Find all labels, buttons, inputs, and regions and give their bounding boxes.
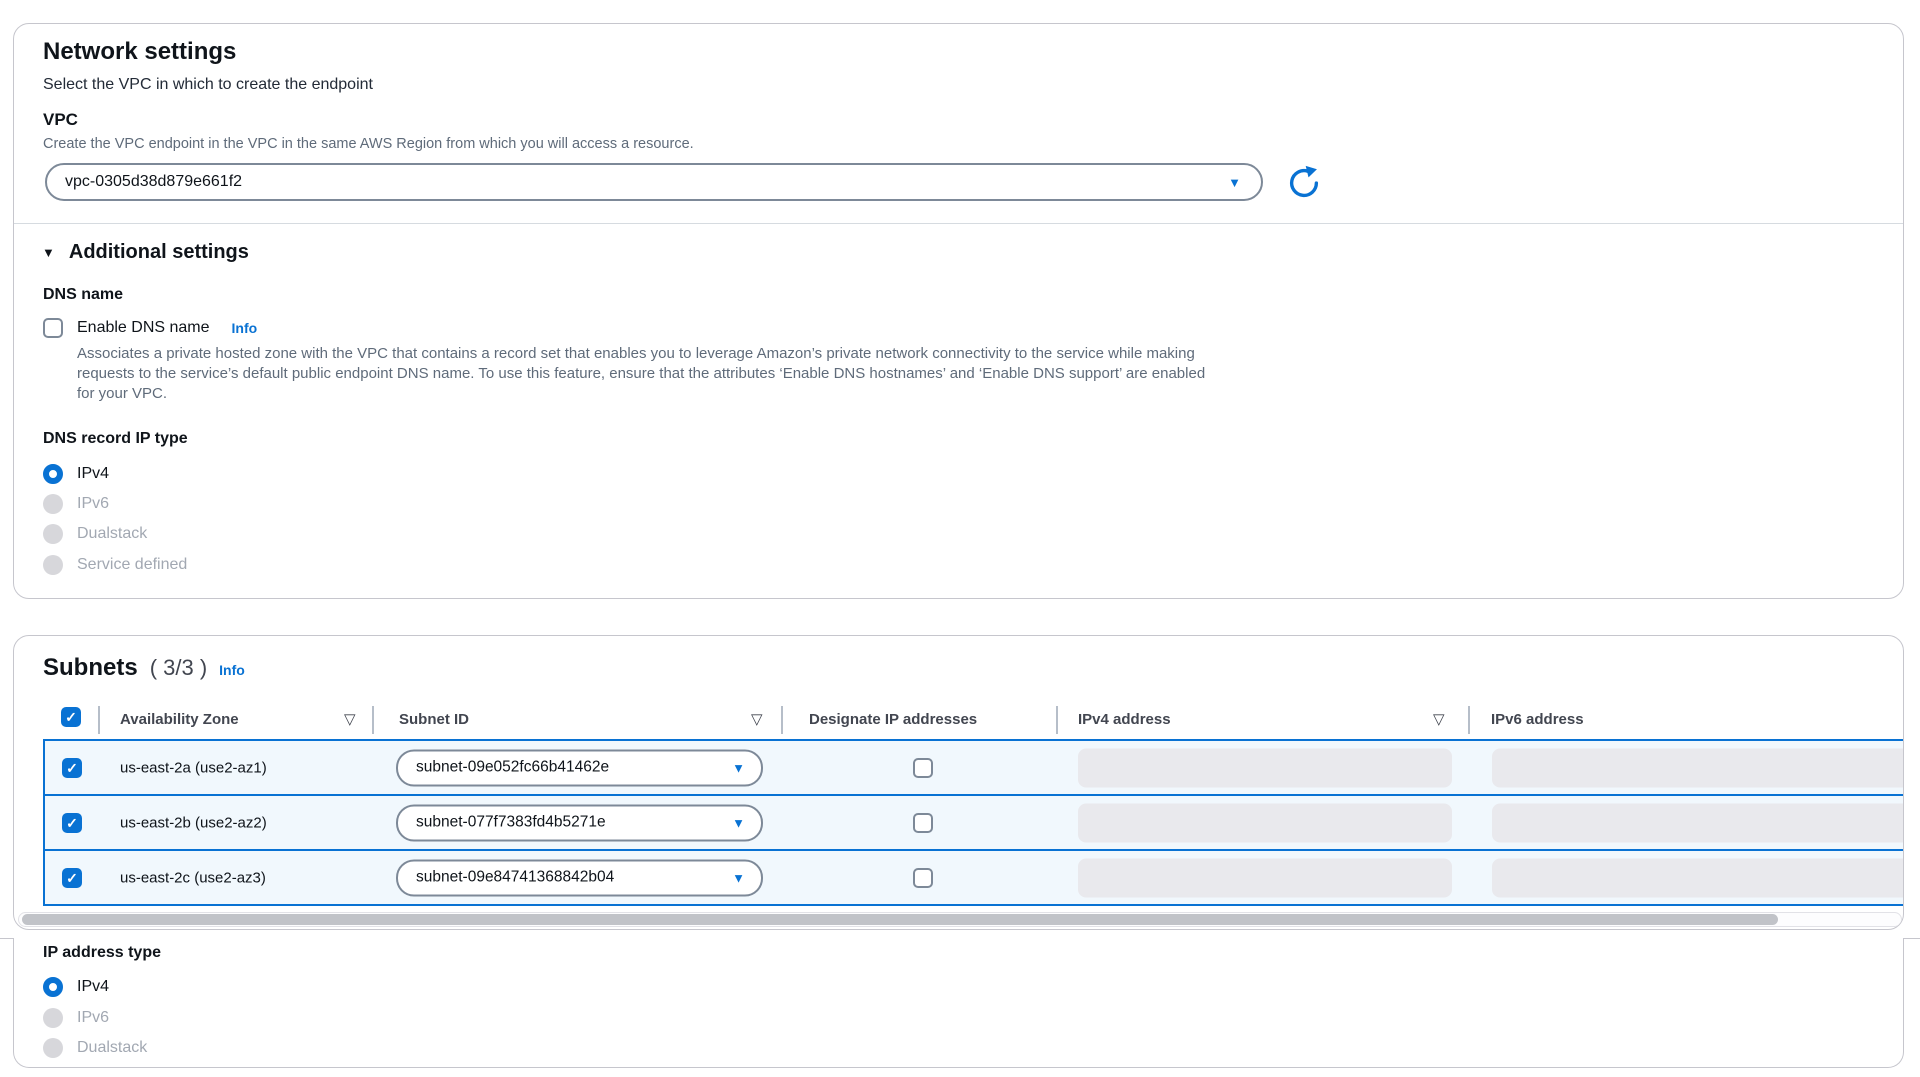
network-settings-card: Network settings Select the VPC in which…: [13, 23, 1904, 599]
refresh-button[interactable]: [1285, 165, 1323, 203]
section-subtitle: Select the VPC in which to create the en…: [43, 76, 373, 94]
radio-label: IPv6: [77, 1009, 109, 1027]
enable-dns-label: Enable DNS name: [77, 319, 210, 337]
col-ipv6-address: IPv6 address: [1491, 711, 1584, 728]
ip-address-type-label: IP address type: [43, 944, 161, 962]
row-checkbox[interactable]: ✓: [62, 813, 82, 833]
radio-disabled-icon: [43, 1008, 63, 1028]
radio-option-ipv4[interactable]: IPv4: [43, 464, 109, 484]
horizontal-scrollbar[interactable]: [18, 912, 1902, 927]
sort-icon[interactable]: ▽: [751, 710, 763, 728]
page: Network settings Select the VPC in which…: [0, 0, 1920, 1077]
radio-label: Service defined: [77, 556, 187, 574]
enable-dns-name-row: Enable DNS name Info: [43, 318, 257, 338]
ipv6-address-field: [1492, 803, 1904, 842]
ipv4-address-field: [1078, 858, 1452, 897]
vpc-select[interactable]: vpc-0305d38d879e661f2 ▼: [45, 163, 1263, 201]
availability-zone-cell: us-east-2a (use2-az1): [120, 759, 267, 776]
subnet-select[interactable]: subnet-077f7383fd4b5271e ▼: [396, 804, 763, 841]
ip-address-type-card: IP address type IPv4 IPv6 Dualstack: [13, 938, 1904, 1068]
check-icon: ✓: [66, 871, 78, 885]
ipv6-address-field: [1492, 858, 1904, 897]
radio-label: IPv4: [77, 465, 109, 483]
enable-dns-checkbox[interactable]: [43, 318, 63, 338]
divider: [14, 223, 1903, 224]
subnet-select[interactable]: subnet-09e84741368842b04 ▼: [396, 859, 763, 896]
check-icon: ✓: [66, 761, 78, 775]
dns-record-ip-type-label: DNS record IP type: [43, 430, 188, 448]
column-divider: [372, 706, 374, 734]
chevron-down-icon: ▼: [732, 816, 745, 829]
radio-disabled-icon: [43, 555, 63, 575]
col-designate-ip: Designate IP addresses: [809, 711, 977, 728]
col-ipv4-address: IPv4 address: [1078, 711, 1171, 728]
designate-ip-checkbox[interactable]: [913, 868, 933, 888]
chevron-down-icon: ▼: [732, 871, 745, 884]
radio-option-dualstack: Dualstack: [43, 1038, 147, 1058]
column-divider: [98, 706, 100, 734]
section-title: Network settings: [43, 38, 236, 66]
table-row[interactable]: ✓ us-east-2c (use2-az3) subnet-09e847413…: [45, 851, 1904, 904]
subnets-card: Subnets ( 3/3 ) Info ✓ Availability Zone…: [13, 635, 1904, 930]
dns-name-info-link[interactable]: Info: [232, 320, 258, 336]
radio-label: Dualstack: [77, 525, 147, 543]
radio-disabled-icon: [43, 1038, 63, 1058]
vpc-select-value: vpc-0305d38d879e661f2: [65, 173, 242, 191]
row-checkbox[interactable]: ✓: [62, 868, 82, 888]
additional-settings-expander[interactable]: ▼ Additional settings: [42, 241, 249, 264]
refresh-icon: [1286, 189, 1322, 204]
ipv4-address-field: [1078, 748, 1452, 787]
availability-zone-cell: us-east-2c (use2-az3): [120, 869, 266, 886]
designate-ip-checkbox[interactable]: [913, 813, 933, 833]
chevron-down-icon: ▼: [1228, 176, 1241, 189]
subnets-info-link[interactable]: Info: [219, 662, 245, 678]
additional-settings-title: Additional settings: [69, 241, 249, 264]
radio-option-ipv4[interactable]: IPv4: [43, 977, 109, 997]
subnet-select-value: subnet-09e84741368842b04: [416, 869, 614, 887]
sort-icon[interactable]: ▽: [344, 710, 356, 728]
subnets-title-row: Subnets ( 3/3 ) Info: [43, 654, 245, 682]
radio-disabled-icon: [43, 524, 63, 544]
check-icon: ✓: [66, 816, 78, 830]
radio-disabled-icon: [43, 494, 63, 514]
subnet-select[interactable]: subnet-09e052fc66b41462e ▼: [396, 749, 763, 786]
row-checkbox[interactable]: ✓: [62, 758, 82, 778]
vpc-label: VPC: [43, 110, 78, 130]
subnet-rows: ✓ us-east-2a (use2-az1) subnet-09e052fc6…: [43, 739, 1904, 906]
check-icon: ✓: [65, 710, 77, 724]
chevron-down-icon: ▼: [732, 761, 745, 774]
column-divider: [1056, 706, 1058, 734]
vpc-description: Create the VPC endpoint in the VPC in th…: [43, 136, 694, 152]
radio-label: IPv4: [77, 978, 109, 996]
table-row[interactable]: ✓ us-east-2b (use2-az2) subnet-077f7383f…: [45, 796, 1904, 851]
subnet-select-value: subnet-077f7383fd4b5271e: [416, 814, 606, 832]
radio-option-dualstack: Dualstack: [43, 524, 147, 544]
col-availability-zone: Availability Zone: [120, 711, 239, 728]
dns-name-description: Associates a private hosted zone with th…: [77, 344, 1207, 404]
table-row[interactable]: ✓ us-east-2a (use2-az1) subnet-09e052fc6…: [45, 741, 1904, 796]
designate-ip-checkbox[interactable]: [913, 758, 933, 778]
subnets-title: Subnets: [43, 654, 138, 682]
radio-label: Dualstack: [77, 1039, 147, 1057]
radio-option-ipv6: IPv6: [43, 1008, 109, 1028]
subnets-counter: ( 3/3 ): [150, 655, 207, 681]
column-divider: [1468, 706, 1470, 734]
radio-label: IPv6: [77, 495, 109, 513]
select-all-checkbox[interactable]: ✓: [61, 707, 81, 727]
availability-zone-cell: us-east-2b (use2-az2): [120, 814, 267, 831]
scrollbar-thumb[interactable]: [22, 914, 1778, 925]
ipv4-address-field: [1078, 803, 1452, 842]
col-subnet-id: Subnet ID: [399, 711, 469, 728]
subnet-select-value: subnet-09e052fc66b41462e: [416, 759, 609, 777]
sort-icon[interactable]: ▽: [1433, 710, 1445, 728]
radio-selected-icon: [43, 977, 63, 997]
dns-name-label: DNS name: [43, 286, 123, 304]
column-divider: [781, 706, 783, 734]
ipv6-address-field: [1492, 748, 1904, 787]
radio-option-ipv6: IPv6: [43, 494, 109, 514]
radio-option-service-defined: Service defined: [43, 555, 187, 575]
collapse-triangle-icon: ▼: [42, 245, 55, 260]
radio-selected-icon: [43, 464, 63, 484]
